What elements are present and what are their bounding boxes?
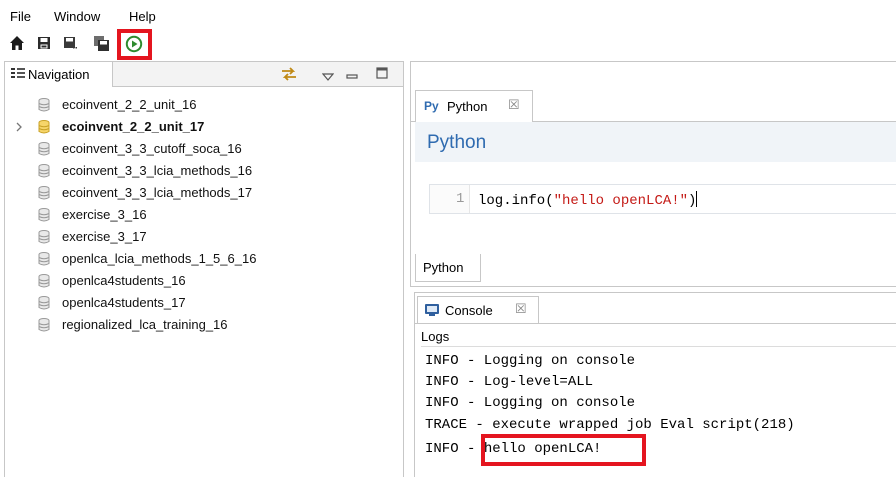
menu-window[interactable]: Window [54, 9, 100, 25]
tree-item[interactable]: regionalized_lca_training_16 [5, 314, 403, 336]
python-tab-label: Python [447, 99, 488, 114]
text-cursor [696, 191, 698, 207]
tree-item-active[interactable]: ecoinvent_2_2_unit_17 [5, 116, 403, 138]
save-as-icon[interactable] [62, 35, 80, 53]
log-line: INFO - Logging on console [425, 395, 636, 411]
tab-navigation[interactable]: Navigation [5, 62, 113, 87]
navigation-panel: Navigation ecoinvent_2_2_unit_16 ecoinve… [4, 61, 404, 477]
run-highlight-box [117, 29, 152, 60]
tree-item-label: ecoinvent_3_3_lcia_methods_16 [62, 163, 253, 178]
tree-item[interactable]: openlca4students_16 [5, 270, 403, 292]
tree-item-label: regionalized_lca_training_16 [62, 317, 228, 332]
log-line: INFO - Logging on console [425, 353, 636, 369]
python-editor-area: Py Python ☒ Python 1 log.info("hello ope… [410, 61, 896, 287]
editor-title-band: Python [415, 122, 896, 162]
editor-tab-bar: Py Python ☒ [411, 90, 896, 122]
tree-item[interactable]: ecoinvent_3_3_cutoff_soca_16 [5, 138, 403, 160]
view-menu-icon[interactable] [321, 69, 335, 84]
tree-item[interactable]: openlca4students_17 [5, 292, 403, 314]
database-active-icon [38, 120, 50, 137]
close-icon[interactable]: ☒ [508, 97, 520, 113]
log-line: TRACE - execute wrapped job Eval script(… [425, 417, 795, 433]
tree-item-label: openlca4students_16 [62, 273, 186, 288]
python-icon: Py [424, 99, 439, 113]
code-prefix: log.info( [478, 193, 554, 209]
tree-item[interactable]: ecoinvent_3_3_lcia_methods_16 [5, 160, 403, 182]
tree-item[interactable]: ecoinvent_2_2_unit_16 [5, 94, 403, 116]
output-highlight-box [481, 434, 646, 466]
logs-label: Logs [421, 329, 450, 344]
link-with-editor-icon[interactable] [279, 65, 299, 86]
database-icon [38, 164, 50, 181]
console-icon [424, 303, 440, 320]
menu-bar: File Window Help [0, 0, 896, 28]
log-prefix: INFO - [425, 441, 484, 457]
menu-help[interactable]: Help [129, 9, 156, 25]
tab-python-bottom[interactable]: Python [415, 254, 481, 282]
tree-item-label: exercise_3_16 [62, 207, 147, 222]
database-icon [38, 318, 50, 335]
tree-item-label: ecoinvent_2_2_unit_17 [62, 119, 205, 134]
close-icon[interactable]: ☒ [515, 301, 527, 317]
tree-item[interactable]: exercise_3_16 [5, 204, 403, 226]
tree-item[interactable]: exercise_3_17 [5, 226, 403, 248]
code-string: "hello openLCA!" [553, 193, 689, 209]
code-line[interactable]: log.info("hello openLCA!") [478, 191, 698, 209]
chevron-right-icon[interactable] [15, 121, 23, 136]
tree-item-label: ecoinvent_2_2_unit_16 [62, 97, 197, 112]
tree-item-label: openlca4students_17 [62, 295, 186, 310]
divider [421, 346, 896, 347]
home-icon[interactable] [9, 35, 27, 53]
menu-file[interactable]: File [10, 9, 31, 25]
tree-item-label: ecoinvent_3_3_cutoff_soca_16 [62, 141, 242, 156]
database-icon [38, 208, 50, 225]
tab-console[interactable]: Console ☒ [417, 296, 539, 323]
save-all-icon[interactable] [93, 35, 111, 53]
minimize-icon[interactable] [346, 68, 358, 83]
database-icon [38, 142, 50, 159]
code-editor[interactable]: 1 log.info("hello openLCA!") [429, 184, 896, 214]
navigation-header: Navigation [5, 62, 403, 87]
database-icon [38, 296, 50, 313]
toolbar [0, 29, 896, 60]
line-number: 1 [456, 191, 465, 207]
database-icon [38, 98, 50, 115]
save-icon[interactable] [36, 35, 54, 53]
tree-item-label: exercise_3_17 [62, 229, 147, 244]
python-bottom-tab-label: Python [423, 260, 464, 275]
divider [415, 323, 896, 324]
tree-item-label: openlca_lcia_methods_1_5_6_16 [62, 251, 257, 266]
log-line: INFO - Log-level=ALL [425, 374, 594, 390]
console-panel: Console ☒ Logs INFO - Logging on console… [414, 292, 896, 477]
database-icon [38, 186, 50, 203]
tree-item-label: ecoinvent_3_3_lcia_methods_17 [62, 185, 253, 200]
page-title: Python [427, 132, 487, 153]
database-icon [38, 274, 50, 291]
tree-item[interactable]: ecoinvent_3_3_lcia_methods_17 [5, 182, 403, 204]
code-suffix: ) [688, 193, 697, 209]
tab-python-editor[interactable]: Py Python ☒ [415, 90, 533, 122]
tree-item[interactable]: openlca_lcia_methods_1_5_6_16 [5, 248, 403, 270]
navigation-tab-label: Navigation [28, 67, 90, 82]
maximize-icon[interactable] [376, 67, 388, 82]
console-tab-label: Console [445, 303, 493, 318]
database-icon [38, 230, 50, 247]
line-number-gutter: 1 [430, 185, 470, 213]
database-icon [38, 252, 50, 269]
navigation-view-icon [11, 68, 25, 83]
